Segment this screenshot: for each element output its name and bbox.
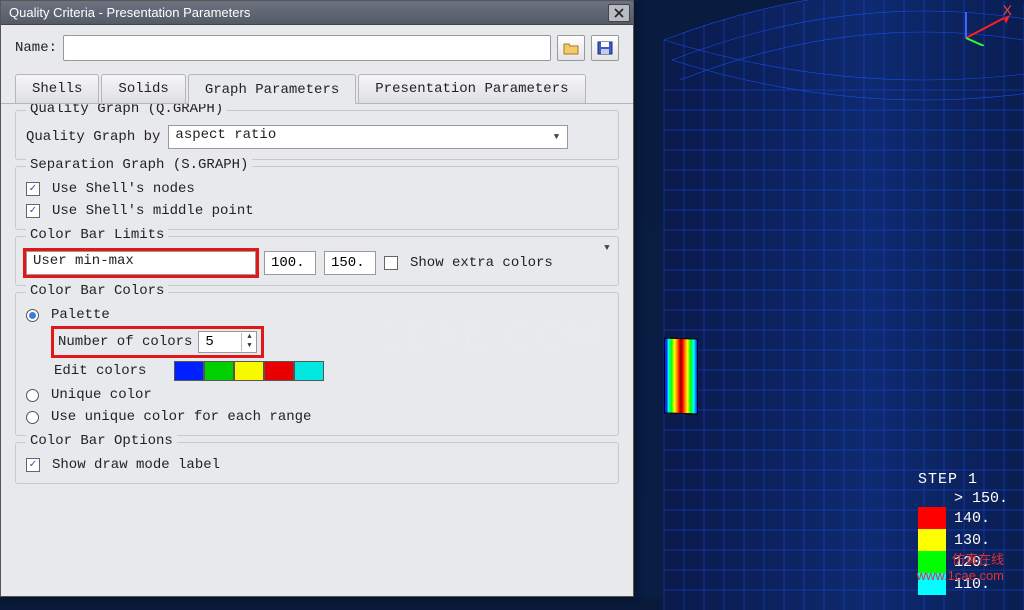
name-label: Name: — [15, 40, 57, 56]
use-shells-middle-checkbox[interactable]: ✓ — [26, 204, 40, 218]
tab-presentation-parameters[interactable]: Presentation Parameters — [358, 74, 585, 103]
unique-per-range-label: Use unique color for each range — [51, 409, 311, 425]
quality-graph-group: Quality Graph (Q.GRAPH) Quality Graph by… — [15, 110, 619, 160]
tab-body: Quality Graph (Q.GRAPH) Quality Graph by… — [1, 104, 633, 596]
watermark-footer: 仿真在线 www.1cae.com — [917, 549, 1004, 583]
show-extra-colors-checkbox[interactable]: ✓ — [384, 256, 398, 270]
legend-row: 140. — [918, 507, 1010, 529]
show-draw-mode-label: Show draw mode label — [52, 457, 220, 473]
quality-graph-by-label: Quality Graph by — [26, 129, 160, 145]
palette-swatches — [174, 361, 324, 381]
palette-label: Palette — [51, 307, 110, 323]
limits-max-input[interactable] — [324, 251, 376, 275]
use-shells-nodes-checkbox[interactable]: ✓ — [26, 182, 40, 196]
spinner-up-icon[interactable]: ▲ — [242, 333, 256, 342]
group-title: Color Bar Limits — [26, 227, 168, 243]
use-shells-nodes-label: Use Shell's nodes — [52, 181, 195, 197]
close-button[interactable] — [608, 4, 630, 22]
spinner-down-icon[interactable]: ▼ — [242, 342, 256, 351]
palette-swatch[interactable] — [174, 361, 204, 381]
axis-x-text: X — [1003, 2, 1012, 18]
edit-colors-label: Edit colors — [54, 363, 146, 379]
use-shells-middle-label: Use Shell's middle point — [52, 203, 254, 219]
chevron-down-icon: ▼ — [598, 239, 616, 257]
folder-icon — [563, 41, 579, 55]
tab-graph-parameters[interactable]: Graph Parameters — [188, 74, 356, 104]
tabs: Shells Solids Graph Parameters Presentat… — [1, 73, 633, 104]
color-bar-options-group: Color Bar Options ✓ Show draw mode label — [15, 442, 619, 484]
legend-max: > 150. — [954, 490, 1010, 507]
limits-mode-dropdown[interactable]: User min-max ▼ — [26, 251, 256, 275]
palette-swatch[interactable] — [294, 361, 324, 381]
unique-color-radio[interactable] — [26, 389, 39, 402]
dialog-title: Quality Criteria - Presentation Paramete… — [9, 5, 250, 20]
tab-solids[interactable]: Solids — [101, 74, 185, 103]
palette-swatch[interactable] — [204, 361, 234, 381]
legend-row: 130. — [918, 529, 1010, 551]
group-title: Color Bar Options — [26, 433, 177, 449]
legend-title: STEP 1 — [918, 471, 1010, 488]
num-colors-input[interactable] — [199, 332, 241, 352]
chevron-down-icon: ▼ — [547, 128, 565, 146]
palette-radio[interactable] — [26, 309, 39, 322]
separation-graph-group: Separation Graph (S.GRAPH) ✓ Use Shell's… — [15, 166, 619, 230]
unique-color-label: Unique color — [51, 387, 152, 403]
group-title: Color Bar Colors — [26, 283, 168, 299]
name-row: Name: — [1, 25, 633, 73]
quality-graph-by-dropdown[interactable]: aspect ratio ▼ — [168, 125, 568, 149]
color-bar-colors-group: Color Bar Colors Palette Number of color… — [15, 292, 619, 436]
group-title: Quality Graph (Q.GRAPH) — [26, 104, 227, 117]
limits-min-input[interactable] — [264, 251, 316, 275]
open-folder-button[interactable] — [557, 35, 585, 61]
tab-shells[interactable]: Shells — [15, 74, 99, 103]
quality-criteria-dialog: Quality Criteria - Presentation Paramete… — [0, 0, 634, 597]
titlebar[interactable]: Quality Criteria - Presentation Paramete… — [1, 1, 633, 25]
show-draw-mode-checkbox[interactable]: ✓ — [26, 458, 40, 472]
name-input[interactable] — [63, 35, 551, 61]
group-title: Separation Graph (S.GRAPH) — [26, 157, 252, 173]
color-bar-limits-group: Color Bar Limits User min-max ▼ ✓ Show e… — [15, 236, 619, 286]
unique-per-range-radio[interactable] — [26, 411, 39, 424]
save-disk-button[interactable] — [591, 35, 619, 61]
palette-swatch[interactable] — [264, 361, 294, 381]
save-icon — [597, 41, 613, 55]
palette-swatch[interactable] — [234, 361, 264, 381]
show-extra-colors-label: Show extra colors — [410, 255, 553, 271]
num-colors-label: Number of colors — [58, 334, 192, 350]
result-hotspot — [664, 337, 698, 414]
num-colors-spinner[interactable]: ▲▼ — [198, 331, 257, 353]
